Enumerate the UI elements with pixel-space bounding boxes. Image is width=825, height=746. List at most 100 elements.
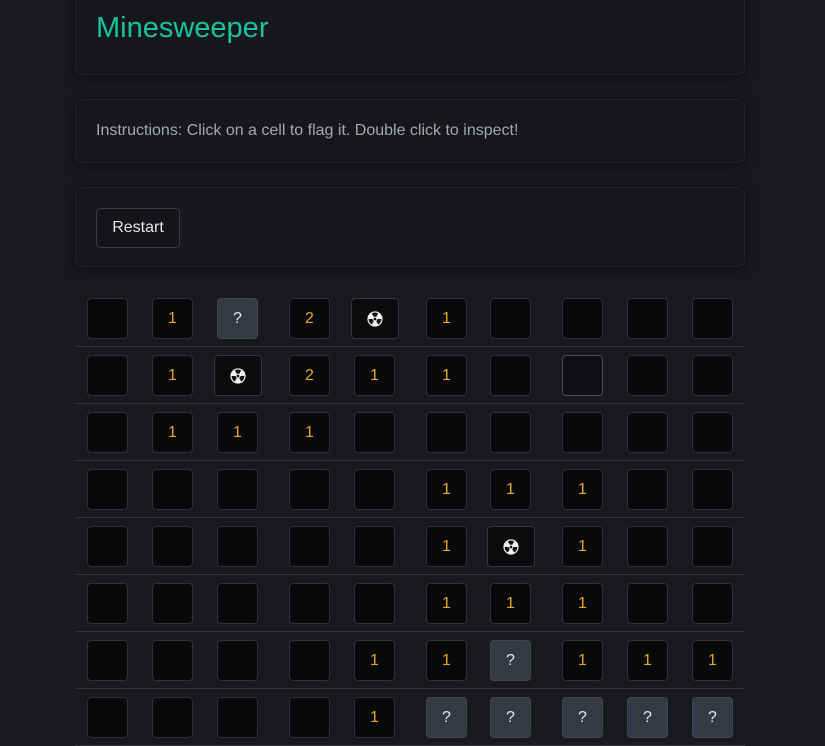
hidden-cell[interactable] [87,583,128,624]
number-cell[interactable]: 2 [289,298,330,339]
hidden-cell[interactable] [87,640,128,681]
hidden-cell[interactable] [152,469,193,510]
hidden-cell[interactable] [692,583,733,624]
board-row: 1? 2 1 [75,290,745,347]
number-cell[interactable]: 1 [426,355,467,396]
cell-value: 1 [578,594,587,612]
hidden-cell[interactable] [627,583,668,624]
hidden-cell[interactable] [627,526,668,567]
number-cell[interactable]: 1 [426,583,467,624]
number-cell[interactable]: 1 [426,469,467,510]
number-cell[interactable]: 1 [152,298,193,339]
mine-cell[interactable] [351,298,399,339]
hidden-cell[interactable] [217,640,258,681]
number-cell[interactable]: 1 [562,640,603,681]
hidden-cell[interactable] [692,469,733,510]
flagged-cell[interactable]: ? [490,640,531,681]
board-row: 1????? [75,689,745,746]
hidden-cell[interactable] [692,412,733,453]
cell-value: 2 [305,309,314,327]
number-cell[interactable]: 1 [152,412,193,453]
cell-value: ? [506,651,515,669]
cell-value: 1 [506,594,515,612]
hidden-cell[interactable] [152,640,193,681]
hidden-cell[interactable] [562,355,603,396]
flagged-cell[interactable]: ? [692,697,733,738]
number-cell[interactable]: 1 [354,697,395,738]
cell-value: 1 [442,309,451,327]
hidden-cell[interactable] [426,412,467,453]
hidden-cell[interactable] [627,469,668,510]
hidden-cell[interactable] [562,298,603,339]
number-cell[interactable]: 1 [354,355,395,396]
hidden-cell[interactable] [289,640,330,681]
flagged-cell[interactable]: ? [627,697,668,738]
number-cell[interactable]: 1 [426,640,467,681]
cell-value: 1 [442,480,451,498]
flagged-cell[interactable]: ? [562,697,603,738]
hidden-cell[interactable] [490,355,531,396]
hidden-cell[interactable] [87,355,128,396]
hidden-cell[interactable] [627,355,668,396]
restart-button[interactable]: Restart [96,208,180,248]
hidden-cell[interactable] [217,697,258,738]
number-cell[interactable]: 2 [289,355,330,396]
cell-value: 1 [370,708,379,726]
hidden-cell[interactable] [490,298,531,339]
number-cell[interactable]: 1 [289,412,330,453]
number-cell[interactable]: 1 [692,640,733,681]
number-cell[interactable]: 1 [490,583,531,624]
number-cell[interactable]: 1 [354,640,395,681]
hidden-cell[interactable] [692,355,733,396]
number-cell[interactable]: 1 [217,412,258,453]
number-cell[interactable]: 1 [627,640,668,681]
hidden-cell[interactable] [87,298,128,339]
hidden-cell[interactable] [217,526,258,567]
number-cell[interactable]: 1 [426,526,467,567]
cell-value: ? [578,708,587,726]
hidden-cell[interactable] [354,412,395,453]
number-cell[interactable]: 1 [490,469,531,510]
hidden-cell[interactable] [152,583,193,624]
cell-value: ? [643,708,652,726]
cell-value: 1 [442,537,451,555]
number-cell[interactable]: 1 [562,583,603,624]
hidden-cell[interactable] [692,526,733,567]
number-cell[interactable]: 1 [562,469,603,510]
hidden-cell[interactable] [289,469,330,510]
hidden-cell[interactable] [562,412,603,453]
hidden-cell[interactable] [354,583,395,624]
cell-value: ? [708,708,717,726]
hidden-cell[interactable] [627,412,668,453]
hidden-cell[interactable] [87,697,128,738]
cell-value: 1 [168,366,177,384]
mine-cell[interactable] [487,526,535,567]
hidden-cell[interactable] [87,469,128,510]
cell-value: 1 [168,309,177,327]
hidden-cell[interactable] [152,697,193,738]
hidden-cell[interactable] [87,412,128,453]
hidden-cell[interactable] [87,526,128,567]
hidden-cell[interactable] [289,697,330,738]
cell-value: ? [506,708,515,726]
hidden-cell[interactable] [490,412,531,453]
hidden-cell[interactable] [152,526,193,567]
hidden-cell[interactable] [692,298,733,339]
cell-value: 1 [442,651,451,669]
hidden-cell[interactable] [354,469,395,510]
board-row: 1 1? 1 1 1 [75,632,745,689]
hidden-cell[interactable] [354,526,395,567]
hidden-cell[interactable] [217,583,258,624]
flagged-cell[interactable]: ? [490,697,531,738]
number-cell[interactable]: 1 [426,298,467,339]
board-row: 1 1 1 [75,575,745,632]
mine-cell[interactable] [214,355,262,396]
number-cell[interactable]: 1 [562,526,603,567]
flagged-cell[interactable]: ? [426,697,467,738]
hidden-cell[interactable] [289,583,330,624]
hidden-cell[interactable] [217,469,258,510]
hidden-cell[interactable] [289,526,330,567]
flagged-cell[interactable]: ? [217,298,258,339]
number-cell[interactable]: 1 [152,355,193,396]
hidden-cell[interactable] [627,298,668,339]
